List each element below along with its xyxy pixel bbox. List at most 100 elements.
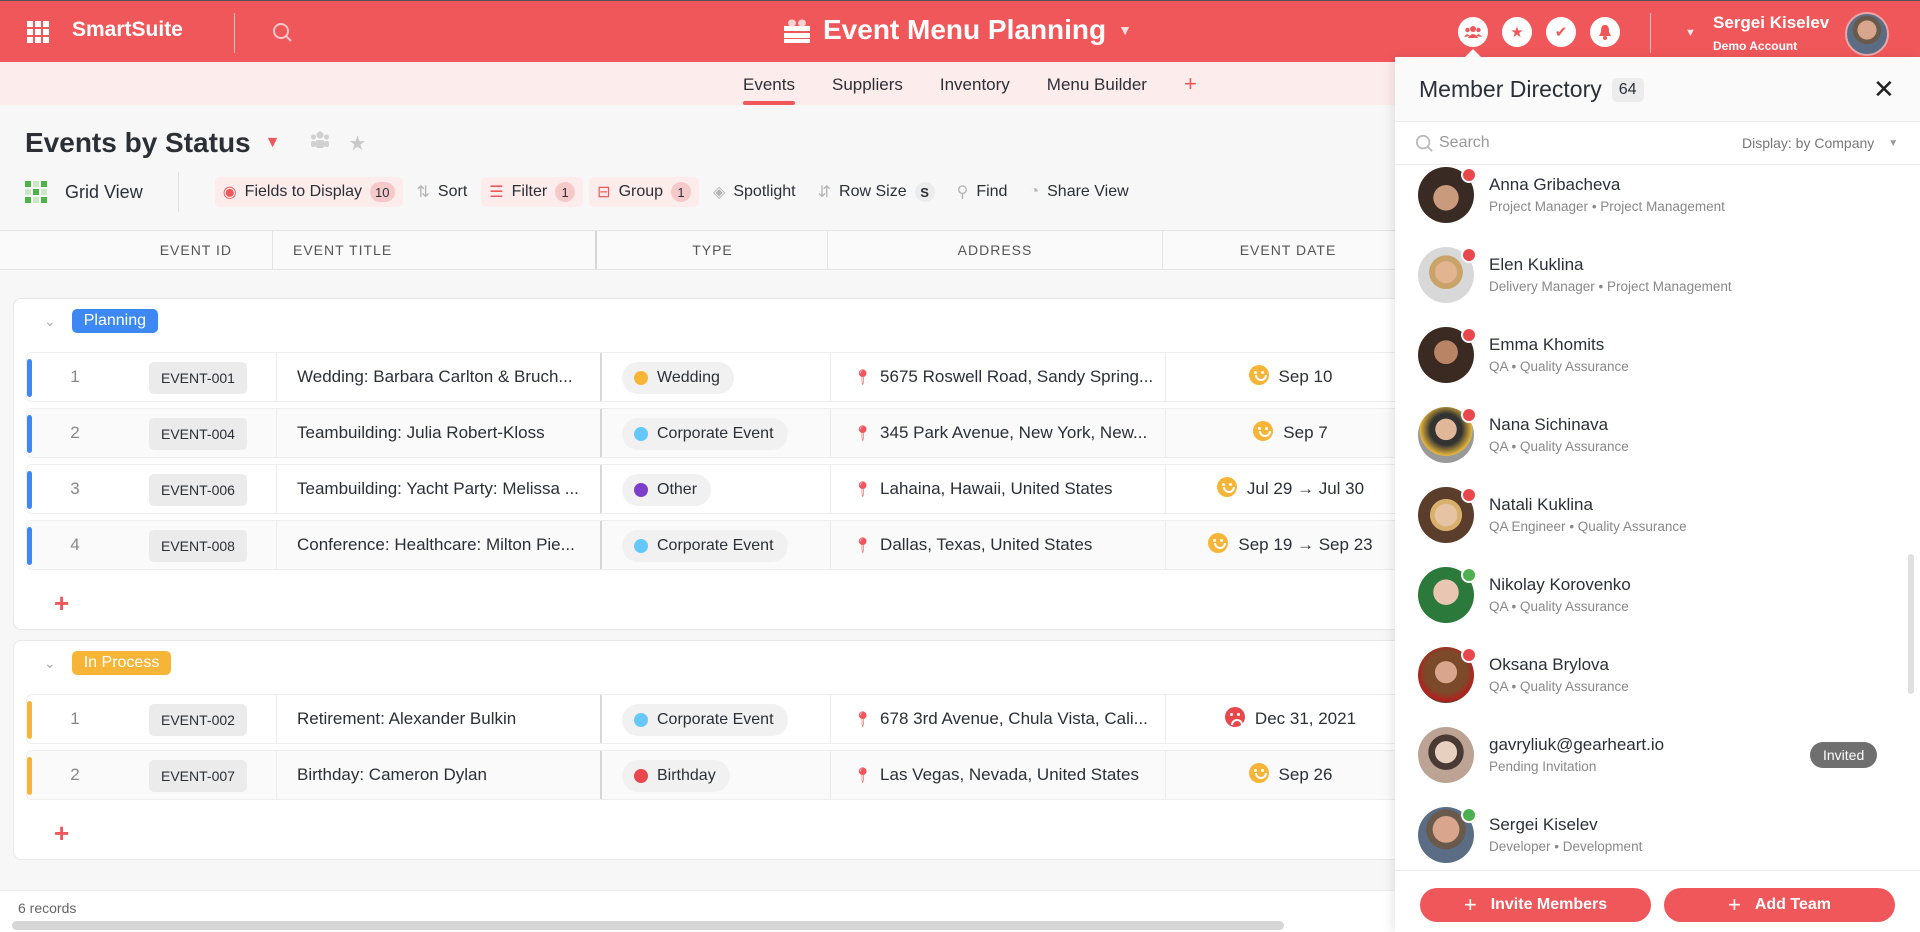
type-tag: Wedding [622,362,734,394]
event-date-cell[interactable]: Jul 29 → Jul 30 [1165,465,1415,513]
table-row[interactable]: 3 EVENT-006 Teambuilding: Yacht Party: Mel… [26,464,1396,514]
brand-logo[interactable]: SmartSuite [72,18,183,42]
group-button[interactable]: ⊟ Group 1 [589,177,700,207]
collapse-chevron-icon[interactable]: ⌄ [44,655,56,672]
type-tag: Birthday [622,760,730,792]
member-avatar[interactable] [1418,727,1474,783]
apps-grid-icon[interactable] [27,21,49,43]
event-id-cell[interactable]: EVENT-008 [149,530,247,562]
event-title-cell[interactable]: Birthday: Cameron Dylan [276,751,600,799]
column-header-event-title[interactable]: EVENT TITLE [273,231,597,269]
table-row[interactable]: 1 EVENT-002 Retirement: Alexander Bulkin Co… [26,694,1396,744]
fields-to-display-button[interactable]: ◉ Fields to Display 10 [214,177,403,207]
display-by-dropdown[interactable]: Display: by Company ▼ [1742,135,1898,151]
row-size-button[interactable]: ⇵ Row Size S [810,177,943,207]
user-name[interactable]: Sergei Kiselev [1713,13,1829,33]
table-row[interactable]: 1 EVENT-001 Wedding: Barbara Carlton & Bru… [26,352,1396,402]
members-icon[interactable] [310,131,330,155]
close-icon[interactable]: ✕ [1873,74,1895,105]
star-icon[interactable]: ★ [348,131,366,156]
bell-icon[interactable] [1590,17,1620,47]
sort-button[interactable]: ⇅ Sort [409,177,476,207]
column-header-type[interactable]: TYPE [598,231,828,269]
address-cell[interactable]: 📍︎ Dallas, Texas, United States [830,521,1165,569]
search-icon[interactable] [272,22,292,42]
tab-events[interactable]: Events [743,75,795,105]
chevron-down-icon[interactable]: ▼ [265,134,281,152]
address-cell[interactable]: 📍︎ 5675 Roswell Road, Sandy Spring... [830,353,1165,401]
collapse-chevron-icon[interactable]: ⌄ [44,313,56,330]
event-date-text: Jul 29 → Jul 30 [1246,479,1365,498]
add-table-plus-icon[interactable]: + [1184,73,1197,105]
member-subtitle: QA • Quality Assurance [1489,679,1629,694]
find-button[interactable]: ⚲ Find [949,177,1016,207]
event-date-cell[interactable]: Sep 26 [1165,751,1415,799]
type-cell[interactable]: Corporate Event [600,695,830,743]
event-date-cell[interactable]: Sep 7 [1165,409,1415,457]
type-cell[interactable]: Other [600,465,830,513]
table-row[interactable]: 2 EVENT-007 Birthday: Cameron Dylan Birthda… [26,750,1396,800]
table-row[interactable]: 2 EVENT-004 Teambuilding: Julia Robert-Klo… [26,408,1396,458]
address-cell[interactable]: 📍︎ 678 3rd Avenue, Chula Vista, Cali... [830,695,1165,743]
member-list-item[interactable]: Sergei Kiselev Developer • Development [1395,807,1920,870]
share-view-button[interactable]: ◔ Share View [1021,177,1136,207]
spotlight-button[interactable]: ◈ Spotlight [705,177,804,207]
type-cell[interactable]: Birthday [600,751,830,799]
add-team-button[interactable]: + Add Team [1664,888,1895,922]
column-header-address[interactable]: ADDRESS [828,231,1163,269]
member-list-item[interactable]: gavryliuk@gearheart.io Pending Invitation… [1395,727,1920,807]
event-id-cell[interactable]: EVENT-001 [149,362,247,394]
member-list-item[interactable]: Nana Sichinava QA • Quality Assurance [1395,407,1920,487]
event-title-cell[interactable]: Teambuilding: Julia Robert-Kloss [276,409,600,457]
member-list-item[interactable]: Natali Kuklina QA Engineer • Quality Assu… [1395,487,1920,567]
add-record-plus-icon[interactable]: + [54,820,69,846]
event-id-cell[interactable]: EVENT-007 [149,760,247,792]
add-record-plus-icon[interactable]: + [54,590,69,616]
type-cell[interactable]: Corporate Event [600,409,830,457]
event-date-cell[interactable]: Dec 31, 2021 [1165,695,1415,743]
address-cell[interactable]: 📍︎ Lahaina, Hawaii, United States [830,465,1165,513]
star-icon[interactable]: ★ [1502,17,1532,47]
app-title-dropdown[interactable]: Event Menu Planning ▼ [783,14,1132,46]
member-list-item[interactable]: Elen Kuklina Delivery Manager • Project M… [1395,247,1920,327]
member-list-item[interactable]: Nikolay Korovenko QA • Quality Assurance [1395,567,1920,647]
event-title-cell[interactable]: Retirement: Alexander Bulkin [276,695,600,743]
row-number: 1 [70,709,80,728]
address-cell[interactable]: 📍︎ 345 Park Avenue, New York, New... [830,409,1165,457]
member-list-item[interactable]: Oksana Brylova QA • Quality Assurance [1395,647,1920,727]
member-search-input[interactable] [1439,131,1669,155]
tab-menu-builder[interactable]: Menu Builder [1047,75,1147,105]
event-date-cell[interactable]: Sep 10 [1165,353,1415,401]
member-name: Nikolay Korovenko [1489,575,1631,594]
horizontal-scrollbar[interactable] [12,921,1284,930]
member-list-scrollbar[interactable] [1908,554,1914,694]
event-date-cell[interactable]: Sep 19 → Sep 23 [1165,521,1415,569]
user-avatar[interactable] [1845,12,1889,56]
column-header-event-id[interactable]: EVENT ID [0,231,273,269]
user-menu-chevron-icon[interactable]: ▼ [1685,27,1696,39]
event-title-cell[interactable]: Conference: Healthcare: Milton Pie... [276,521,600,569]
online-status-dot [1461,567,1477,583]
event-id-cell[interactable]: EVENT-004 [149,418,247,450]
event-id-cell[interactable]: EVENT-002 [149,704,247,736]
type-cell[interactable]: Corporate Event [600,521,830,569]
tab-suppliers[interactable]: Suppliers [832,75,903,105]
members-icon[interactable] [1458,17,1488,47]
check-icon[interactable]: ✔ [1546,17,1576,47]
address-cell[interactable]: 📍︎ Las Vegas, Nevada, United States [830,751,1165,799]
view-type-selector[interactable]: Grid View [65,182,143,203]
on-time-smiley-icon [1216,477,1237,497]
tab-inventory[interactable]: Inventory [940,75,1010,105]
table-row[interactable]: 4 EVENT-008 Conference: Healthcare: Milton… [26,520,1396,570]
member-list-item[interactable]: Emma Khomits QA • Quality Assurance [1395,327,1920,407]
view-title[interactable]: Events by Status [25,127,251,159]
invite-members-button[interactable]: + Invite Members [1420,888,1651,922]
event-title-cell[interactable]: Wedding: Barbara Carlton & Bruch... [276,353,600,401]
member-list-item[interactable]: Anna Gribacheva Project Manager • Project… [1395,167,1920,247]
type-cell[interactable]: Wedding [600,353,830,401]
event-id-cell[interactable]: EVENT-006 [149,474,247,506]
filter-button[interactable]: ☰ Filter 1 [481,177,584,207]
event-title-cell[interactable]: Teambuilding: Yacht Party: Melissa ... [276,465,600,513]
column-header-event-date[interactable]: EVENT DATE [1163,231,1413,269]
member-subtitle: Delivery Manager • Project Management [1489,279,1732,294]
